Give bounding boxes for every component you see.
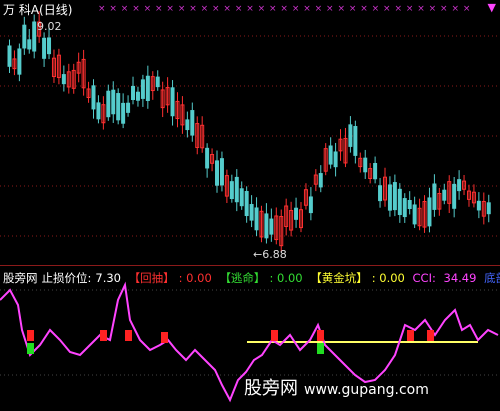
candlestick [135, 91, 140, 101]
candlestick [407, 200, 412, 210]
candlestick [7, 45, 12, 67]
candlestick [229, 181, 234, 200]
candlestick [190, 110, 195, 136]
signal-bar [317, 343, 324, 354]
candlestick [131, 85, 136, 100]
candlestick [397, 188, 402, 216]
candlestick [126, 102, 131, 113]
candlestick [234, 176, 239, 203]
candlestick [353, 126, 358, 156]
candlestick [61, 74, 66, 85]
chart-canvas [0, 11, 500, 403]
candlestick [486, 202, 491, 215]
candlestick [145, 75, 150, 102]
huangjinkeng-label: 【黄金坑】 [310, 271, 368, 285]
candlestick [318, 173, 323, 188]
indicator-name: 股旁网 [3, 271, 38, 285]
candlestick [476, 200, 481, 211]
candlestick [249, 204, 254, 221]
candlestick [442, 189, 447, 201]
candlestick [432, 183, 437, 210]
candlestick [254, 207, 259, 231]
signal-bar [161, 332, 168, 343]
chart-title: 万 科A(日线) [3, 3, 73, 17]
candlestick [205, 147, 210, 169]
candlestick [155, 76, 160, 88]
watermark-url: www.gupang.com [304, 382, 429, 398]
candlestick [42, 37, 47, 59]
candlestick [457, 179, 462, 192]
candlestick [91, 85, 96, 110]
candlestick [328, 145, 333, 165]
candlestick [106, 90, 111, 118]
taoming-value: : 0.00 [269, 271, 303, 285]
candlestick [427, 197, 432, 227]
high-price-label: 9.02 [37, 20, 62, 33]
candlestick [239, 188, 244, 207]
candlestick [244, 190, 249, 217]
huangjinkeng-value: : 0.00 [371, 271, 405, 285]
watermark: 股旁网 www.gupang.com [244, 374, 429, 400]
signal-marker-row: × × × × × × × × × × × × × × × × × × × × … [98, 4, 471, 14]
candlestick [269, 218, 274, 235]
candlestick [140, 79, 145, 99]
candlestick [116, 93, 121, 121]
signal-bar [100, 330, 107, 341]
signal-bar [271, 330, 278, 341]
signal-bar [125, 330, 132, 341]
candlestick [111, 89, 116, 115]
candlestick [47, 37, 52, 55]
candlestick [363, 157, 368, 173]
candlestick [17, 48, 22, 75]
huichou-label: 【回抽】 [128, 271, 175, 285]
pane-divider [0, 265, 500, 266]
stop-loss-value: 7.30 [95, 271, 121, 285]
signal-bar [27, 343, 34, 354]
signal-bar [427, 330, 434, 341]
cci-label: CCI: [412, 271, 440, 285]
candlestick [308, 196, 313, 214]
watermark-text: 股旁网 [244, 378, 298, 399]
corner-marker-icon[interactable]: ▼ [488, 1, 496, 14]
candlestick [387, 184, 392, 211]
candlestick [170, 87, 175, 117]
bottom-label: 底部 [484, 271, 500, 285]
candlestick [412, 204, 417, 225]
candlestick [185, 119, 190, 131]
candlestick [402, 198, 407, 218]
indicator-legend-row: 股旁网 止损价位: 7.30 【回抽】: 0.00 【逃命】: 0.00 【黄金坑】… [3, 270, 500, 286]
candlestick [22, 24, 27, 49]
candlestick [348, 124, 353, 147]
candlestick [392, 182, 397, 211]
candlestick [373, 163, 378, 180]
low-price-label: ←6.88 [253, 248, 287, 261]
candlestick [333, 151, 338, 168]
signal-bar [27, 330, 34, 341]
stop-loss-label: 止损价位: [41, 271, 92, 285]
taoming-label: 【逃命】 [219, 271, 266, 285]
candlestick [32, 21, 37, 52]
cci-value: 34.49 [443, 271, 477, 285]
candlestick [378, 185, 383, 202]
candlestick [121, 102, 126, 124]
candlestick [294, 207, 299, 220]
candlestick [219, 158, 224, 186]
candlestick [96, 102, 101, 120]
signal-bar [317, 330, 324, 341]
huichou-value: : 0.00 [178, 271, 212, 285]
candlestick [215, 160, 220, 186]
candlestick [452, 183, 457, 209]
candlestick [27, 39, 32, 50]
candlestick [264, 213, 269, 239]
signal-bar [407, 330, 414, 341]
